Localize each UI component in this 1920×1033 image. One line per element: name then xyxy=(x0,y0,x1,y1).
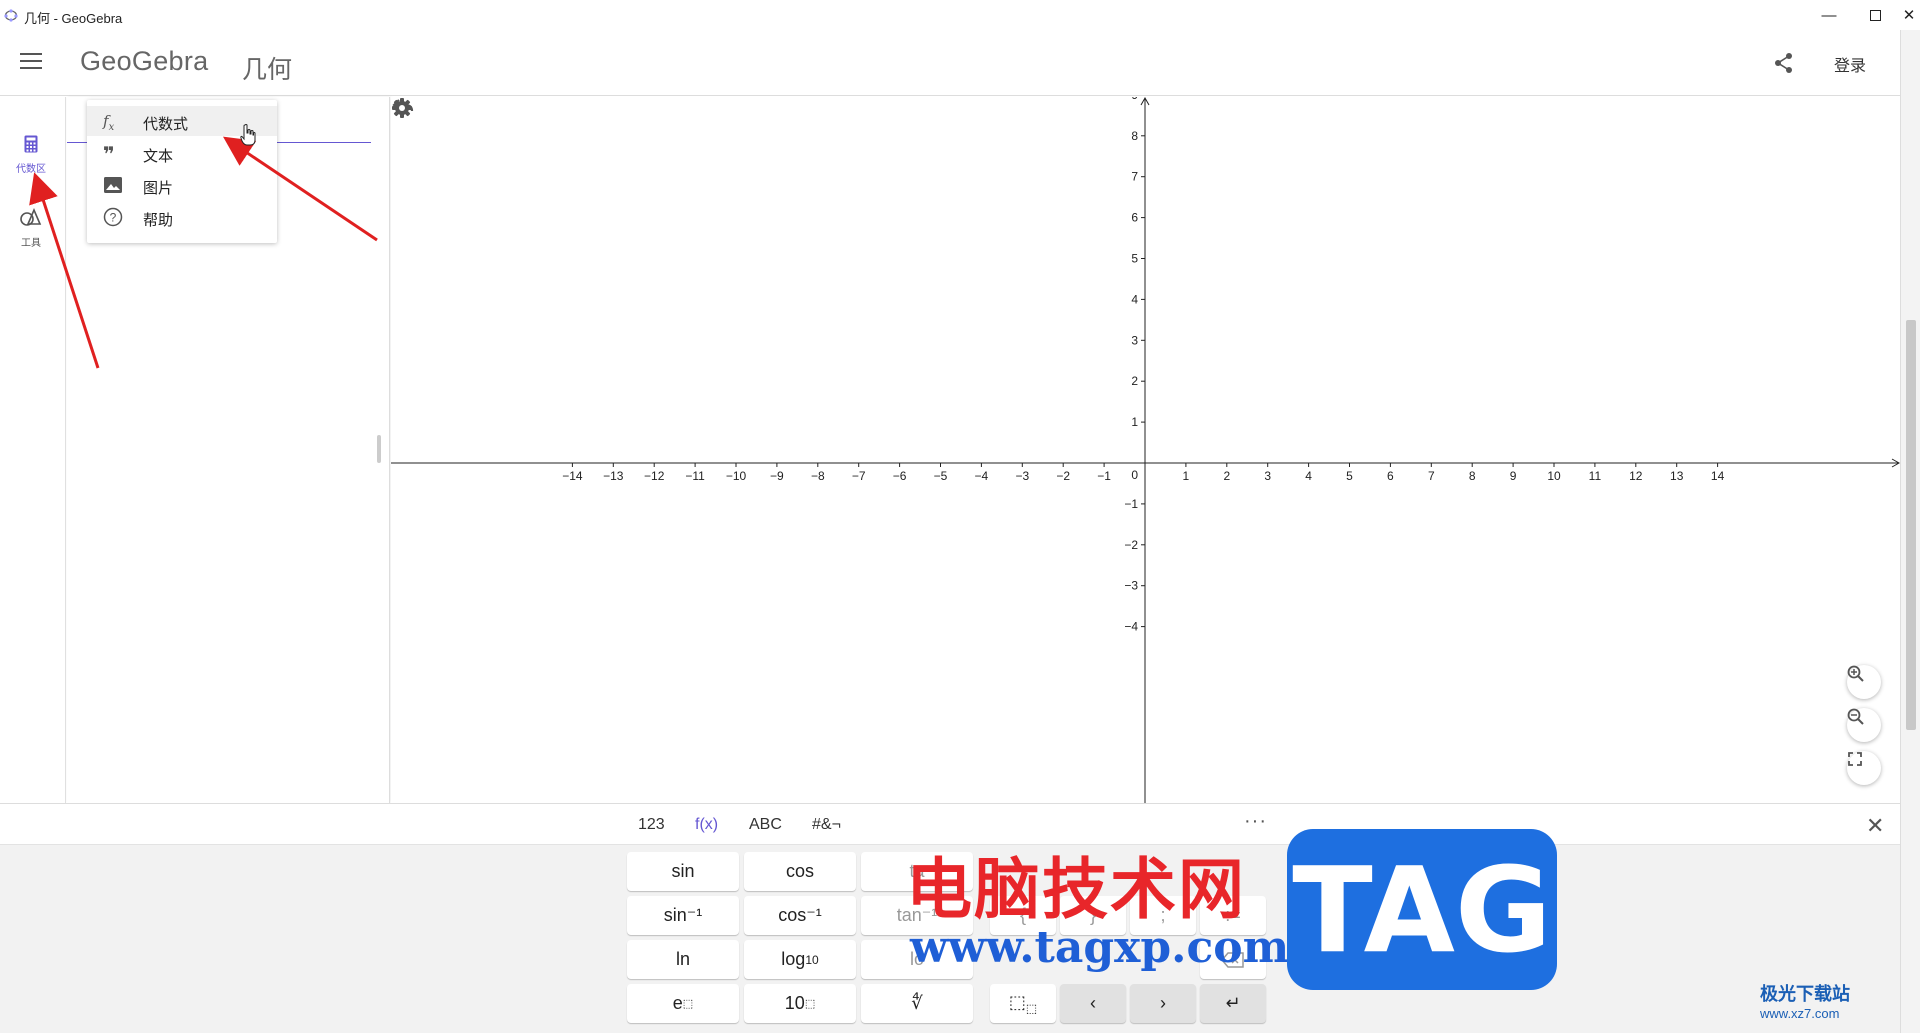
key-cursor-left[interactable]: ‹ xyxy=(1060,984,1126,1023)
subscript-box-icon: ⬚⬚ xyxy=(1008,991,1038,1016)
arrow-to-algebra-tab xyxy=(29,172,100,369)
key-sin[interactable]: sin xyxy=(627,852,739,891)
hand-cursor-icon xyxy=(240,124,256,146)
watermark-site: 极光下载站 www.xz7.com xyxy=(1760,980,1850,1021)
placeholder-box-icon: ⬚ xyxy=(682,998,694,1010)
key-cos[interactable]: cos xyxy=(744,852,856,891)
key-subscript: 10 xyxy=(805,952,819,967)
key-cursor-right[interactable]: › xyxy=(1130,984,1196,1023)
placeholder-box-icon: ⬚ xyxy=(804,998,816,1010)
keyboard-tab-123[interactable]: 123 xyxy=(638,816,665,834)
keyboard-tab-abc[interactable]: ABC xyxy=(749,816,782,834)
keyboard-more-icon[interactable]: ··· xyxy=(1244,810,1267,833)
key-arccos[interactable]: cos⁻¹ xyxy=(744,896,856,935)
arrow-to-expression-item xyxy=(223,136,378,242)
key-ln[interactable]: ln xyxy=(627,940,739,979)
key-enter[interactable]: ↵ xyxy=(1200,984,1266,1023)
keyboard-tab-functions[interactable]: f(x) xyxy=(695,816,718,834)
key-pow10[interactable]: 10 ⬚ xyxy=(744,984,856,1023)
watermark-site-url: www.xz7.com xyxy=(1760,1006,1840,1021)
key-arcsin[interactable]: sin⁻¹ xyxy=(627,896,739,935)
watermark-tag-logo: TAG xyxy=(1287,829,1557,990)
key-nth-root[interactable]: ∜ xyxy=(861,984,973,1023)
key-exp[interactable]: e ⬚ xyxy=(627,984,739,1023)
key-label: e xyxy=(672,993,683,1013)
watermark-cn: 电脑技术网 xyxy=(906,851,1246,928)
watermark-url: www.tagxp.com xyxy=(910,922,1290,973)
key-subscript[interactable]: ⬚⬚ xyxy=(990,984,1056,1023)
watermark-site-name: 极光下载站 xyxy=(1760,984,1850,1004)
keyboard-close-icon[interactable]: ✕ xyxy=(1866,813,1884,839)
keyboard-tab-symbols[interactable]: #&¬ xyxy=(812,816,841,834)
key-log10[interactable]: log 10 xyxy=(744,940,856,979)
key-label: log xyxy=(781,949,806,969)
key-label: 10 xyxy=(784,993,805,1013)
